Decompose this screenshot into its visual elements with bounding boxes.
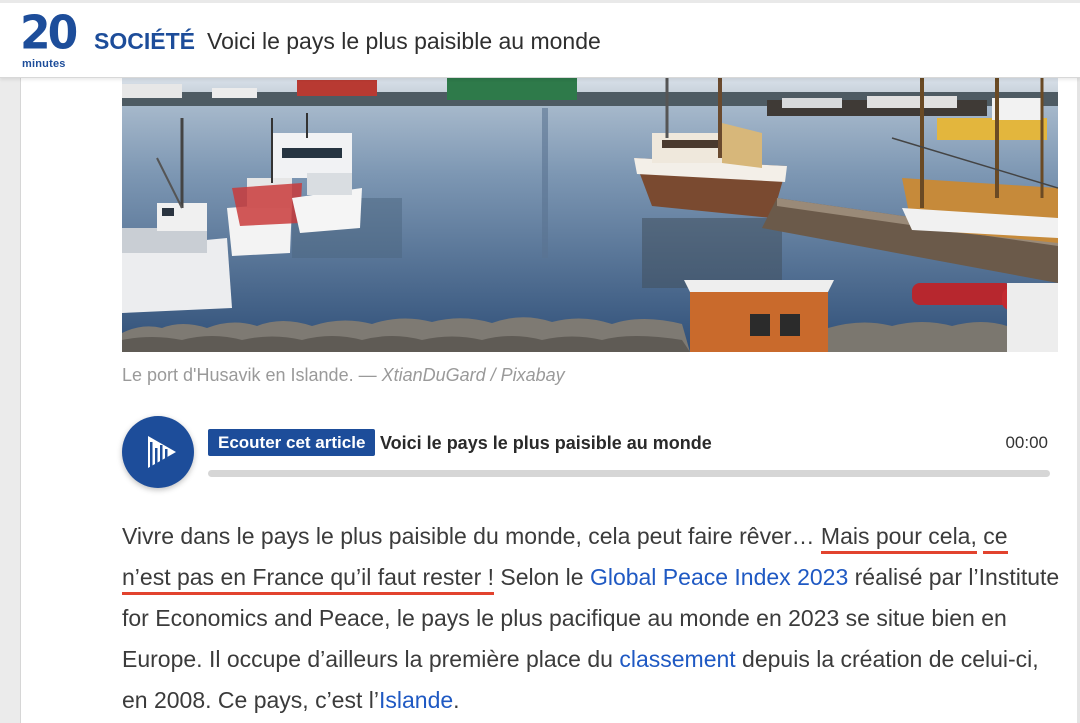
listen-article-badge[interactable]: Ecouter cet article [208, 429, 376, 456]
harbor-photo-illustration [122, 78, 1058, 352]
islande-link[interactable]: Islande [379, 687, 453, 713]
audio-title: Voici le pays le plus paisible au monde [380, 433, 712, 453]
caption-text: Le port d'Husavik en Islande. — [122, 365, 382, 385]
left-gutter [0, 78, 21, 723]
section-label[interactable]: SOCIÉTÉ [94, 28, 195, 55]
article-text: . [453, 687, 460, 713]
audio-time: 00:00 [1005, 433, 1048, 452]
audio-progress-bar[interactable] [208, 470, 1050, 477]
article-body: Vivre dans le pays le plus paisible du m… [122, 516, 1062, 721]
article-text: Vivre dans le pays le plus paisible du m… [122, 523, 821, 549]
article-photo [122, 78, 1058, 352]
classement-link[interactable]: classement [619, 646, 735, 672]
global-peace-index-link[interactable]: Global Peace Index 2023 [590, 564, 848, 590]
logo-digits: 20 [20, 6, 78, 61]
site-logo[interactable]: 20 minutes [20, 6, 78, 70]
header-article-title: Voici le pays le plus paisible au monde [207, 28, 601, 54]
site-header: 20 minutes SOCIÉTÉ Voici le pays le plus… [0, 0, 1080, 78]
photo-credit: XtianDuGard / Pixabay [381, 365, 565, 385]
logo-word: minutes [22, 58, 66, 70]
play-waveform-icon [145, 436, 176, 468]
play-audio-button[interactable] [122, 416, 194, 488]
header-top-edge [0, 0, 1080, 3]
audio-player: Ecouter cet article Voici le pays le plu… [122, 416, 1052, 491]
article-text: Selon le [494, 564, 590, 590]
photo-caption: Le port d'Husavik en Islande. — XtianDuG… [122, 365, 565, 386]
highlighted-text: Mais pour cela, [820, 523, 977, 554]
